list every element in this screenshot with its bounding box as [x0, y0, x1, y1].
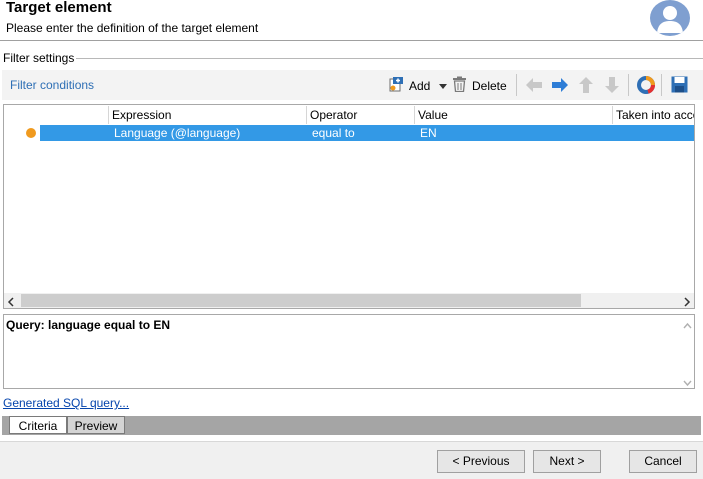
toolbar-separator	[661, 74, 662, 96]
previous-button[interactable]: < Previous	[437, 450, 525, 473]
delete-button-label: Delete	[472, 78, 507, 93]
column-header-taken-into-account[interactable]: Taken into acco	[616, 106, 694, 124]
tab-preview[interactable]: Preview	[67, 416, 125, 434]
column-divider	[108, 106, 109, 124]
user-avatar-icon[interactable]	[650, 0, 690, 36]
trash-icon	[452, 76, 467, 95]
page-title: Target element	[6, 0, 112, 16]
column-divider	[612, 106, 613, 124]
page-subtitle: Please enter the definition of the targe…	[6, 21, 259, 35]
column-divider	[414, 106, 415, 124]
distribution-chart-icon[interactable]	[637, 76, 655, 97]
column-header-operator[interactable]: Operator	[310, 106, 357, 124]
scroll-up-icon[interactable]	[683, 318, 692, 332]
scroll-left-icon[interactable]	[7, 296, 15, 310]
column-header-expression[interactable]: Expression	[112, 106, 171, 124]
filter-settings-label: Filter settings	[3, 51, 75, 65]
add-button[interactable]: Add	[388, 76, 448, 95]
header-divider	[0, 40, 703, 41]
cell-expression[interactable]: Language (@language)	[114, 125, 240, 141]
tab-criteria[interactable]: Criteria	[9, 416, 67, 434]
delete-button[interactable]: Delete	[452, 76, 507, 95]
arrow-left-icon[interactable]	[526, 78, 542, 95]
column-header-value[interactable]: Value	[418, 106, 448, 124]
cell-value[interactable]: EN	[420, 125, 437, 141]
next-button[interactable]: Next >	[533, 450, 601, 473]
scroll-down-icon[interactable]	[683, 376, 692, 390]
dropdown-arrow-icon[interactable]	[439, 79, 448, 93]
toolbar-separator	[516, 74, 517, 96]
condition-status-icon	[26, 128, 36, 138]
arrow-up-icon[interactable]	[579, 77, 593, 96]
arrow-right-icon[interactable]	[552, 78, 568, 95]
save-icon[interactable]	[671, 76, 688, 96]
query-text: Query: language equal to EN	[6, 318, 171, 332]
cancel-button[interactable]: Cancel	[629, 450, 697, 473]
filter-toolbar	[2, 70, 703, 100]
arrow-down-icon[interactable]	[605, 77, 619, 96]
column-divider	[306, 106, 307, 124]
filter-conditions-label: Filter conditions	[10, 78, 95, 92]
group-divider	[76, 58, 703, 59]
cell-operator[interactable]: equal to	[312, 125, 355, 141]
add-icon	[388, 76, 404, 95]
scrollbar-thumb[interactable]	[21, 294, 581, 307]
toolbar-separator	[628, 74, 629, 96]
add-button-label: Add	[409, 78, 431, 93]
generated-sql-query-link[interactable]: Generated SQL query...	[3, 396, 129, 410]
scroll-right-icon[interactable]	[683, 296, 691, 310]
